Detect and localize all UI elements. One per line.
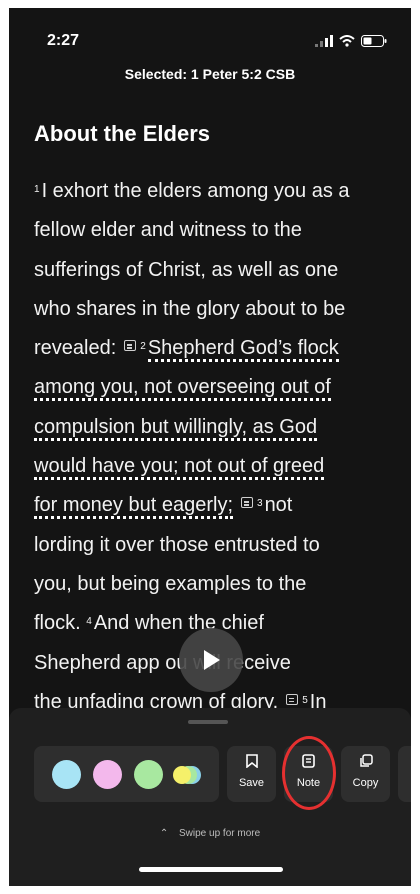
wifi-icon <box>339 35 355 47</box>
panel-grabber[interactable] <box>188 720 228 724</box>
scripture-line[interactable]: who shares in the glory about to be <box>34 290 394 329</box>
status-time: 2:27 <box>47 32 80 49</box>
bible-app-screen: 2:27 Selected: 1 Peter 5:2 CSB About the… <box>9 8 411 886</box>
scripture-line[interactable]: compulsion but willingly, as God <box>34 408 394 447</box>
verse-text: flock. <box>34 612 87 635</box>
status-bar: 2:27 <box>9 32 411 56</box>
highlight-swatch-pink[interactable] <box>93 760 122 789</box>
verse-text: And when the chief <box>93 612 264 635</box>
scripture-line[interactable]: revealed: 2 Shepherd God’s flock <box>34 329 394 368</box>
more-colors-button[interactable] <box>173 766 207 784</box>
verse-number: 1 <box>34 184 40 195</box>
highlight-swatch-green[interactable] <box>134 760 163 789</box>
verse-text: Shepherd app ou will receive <box>34 651 291 674</box>
verse-note-icon[interactable] <box>286 693 299 705</box>
scripture-line[interactable]: for money but eagerly; 3 not <box>34 486 394 525</box>
selected-verse-text[interactable]: compulsion but willingly, as God <box>34 415 318 441</box>
scripture-line[interactable]: 1I exhort the elders among you as a <box>34 172 394 211</box>
chevron-up-icon: ⌃ <box>159 828 169 839</box>
verse-number: 4 <box>86 616 92 628</box>
battery-icon <box>361 35 387 47</box>
verse-note-icon[interactable] <box>124 340 137 352</box>
scripture-line[interactable]: fellow elder and witness to the <box>34 211 394 250</box>
play-icon <box>204 650 220 670</box>
scripture-line[interactable]: sufferings of Christ, as well as one <box>34 251 394 290</box>
scripture-line[interactable]: lording it over those entrusted to <box>34 526 394 565</box>
more-colors-swatch-1 <box>173 766 191 784</box>
verse-text: revealed: <box>34 337 117 360</box>
verse-number: 3 <box>257 498 263 510</box>
selected-verse-text[interactable]: Shepherd God’s flock <box>147 337 339 363</box>
copy-label: Copy <box>352 777 379 789</box>
selected-verse-text[interactable]: would have you; not out of greed <box>34 455 325 481</box>
verse-text: lording it over those entrusted to <box>34 533 320 556</box>
note-highlight-ring <box>282 736 336 810</box>
verse-text: who shares in the glory about to be <box>34 297 346 320</box>
more-actions-button[interactable] <box>398 746 411 802</box>
copy-button[interactable]: Copy <box>341 746 390 802</box>
scripture-line[interactable]: you, but being examples to the <box>34 565 394 604</box>
swipe-hint[interactable]: ⌃ Swipe up for more <box>9 828 411 839</box>
verse-number: 5 <box>302 694 308 706</box>
highlight-color-picker <box>34 746 219 802</box>
verse-note-icon[interactable] <box>241 497 253 509</box>
status-icons <box>315 35 387 47</box>
save-button[interactable]: Save <box>227 746 276 802</box>
swipe-hint-label: Swipe up for more <box>179 828 261 839</box>
highlight-swatch-blue[interactable] <box>52 760 81 789</box>
verse-text: not <box>264 494 293 517</box>
verse-number: 2 <box>140 341 146 353</box>
verse-text: sufferings of Christ, as well as one <box>34 258 339 281</box>
scripture-line[interactable]: would have you; not out of greed <box>34 447 394 486</box>
verse-text: you, but being examples to the <box>34 572 307 595</box>
scripture-line[interactable]: among you, not overseeing out of <box>34 368 394 407</box>
bookmark-icon <box>245 754 258 769</box>
signal-icon <box>315 35 333 47</box>
verse-text: I exhort the elders among you as a <box>41 180 350 202</box>
copy-icon <box>359 754 373 767</box>
selection-title: Selected: 1 Peter 5:2 CSB <box>124 66 296 82</box>
verse-text: fellow elder and witness to the <box>34 219 302 242</box>
save-label: Save <box>238 777 265 789</box>
audio-play-button[interactable] <box>179 628 243 692</box>
section-heading: About the Elders <box>34 121 211 146</box>
home-indicator[interactable] <box>139 867 283 872</box>
selected-verse-text[interactable]: for money but eagerly; <box>34 494 233 520</box>
selected-verse-text[interactable]: among you, not overseeing out of <box>34 376 331 402</box>
